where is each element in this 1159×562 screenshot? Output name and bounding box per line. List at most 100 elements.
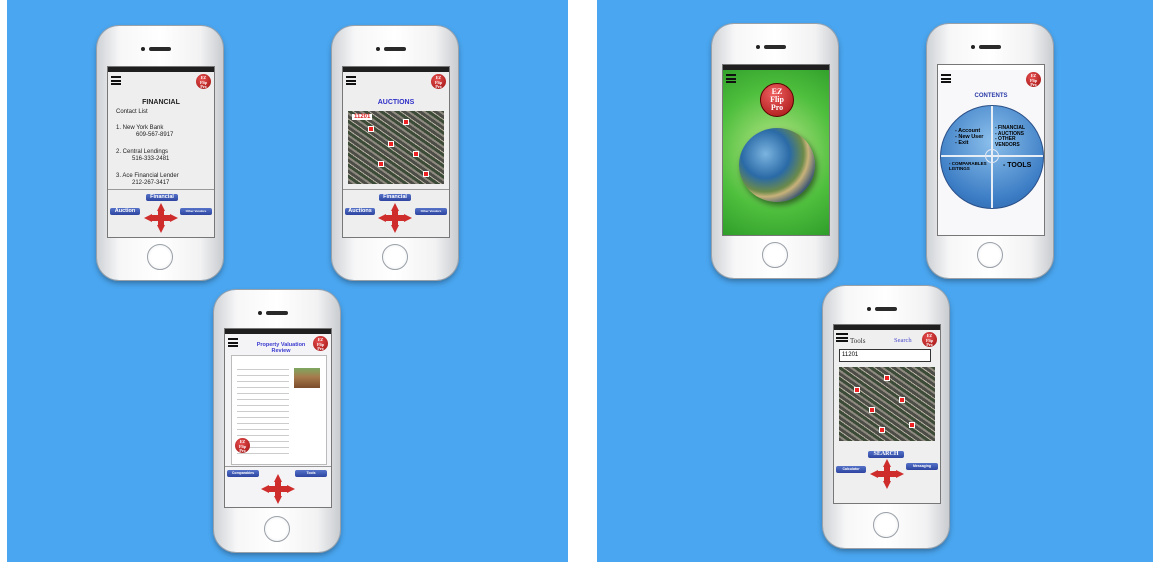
home-button[interactable] — [264, 516, 290, 542]
direction-arrows-icon[interactable] — [144, 203, 178, 233]
other-vendors-nav-button[interactable]: Other Vendors — [180, 208, 212, 215]
screen-valuation: EZ Flip Pro Property Valuation Review EZ Fl… — [224, 328, 332, 508]
status-bar — [343, 67, 449, 72]
auctions-nav-button[interactable]: Auctions — [345, 208, 375, 215]
divider — [343, 189, 449, 190]
contact-name[interactable]: 2. Central Lendings — [116, 149, 168, 155]
direction-arrows-icon[interactable] — [870, 459, 904, 489]
auction-nav-button[interactable]: Auction — [110, 208, 140, 215]
speaker-grill — [764, 45, 786, 49]
menu-icon[interactable] — [941, 74, 951, 83]
contact-list-heading: Contact List — [116, 109, 148, 115]
menu-icon[interactable] — [726, 74, 736, 83]
tools-nav-button[interactable]: Tools — [295, 470, 327, 477]
financial-quadrant[interactable]: - FINANCIAL - AUCTIONS - OTHER VENDORS — [995, 125, 1025, 148]
map-pin-icon[interactable] — [854, 387, 860, 393]
menu-icon[interactable] — [346, 76, 356, 85]
home-button[interactable] — [762, 242, 788, 268]
camera-dot — [141, 47, 145, 51]
speaker-grill — [979, 45, 1001, 49]
right-panel: EZ Flip Pro EZ Flip Pro CONTENTS - Account - … — [597, 0, 1153, 562]
page-title: CONTENTS — [974, 93, 1008, 99]
status-bar — [108, 67, 214, 72]
map-pin-icon[interactable] — [403, 119, 409, 125]
status-bar — [225, 329, 331, 334]
ez-flip-pro-logo-icon: EZ Flip Pro — [196, 74, 211, 89]
center-dial-icon — [985, 149, 999, 163]
camera-dot — [376, 47, 380, 51]
contact-name[interactable]: 3. Ace Financial Lender — [116, 173, 179, 179]
phone-contents: EZ Flip Pro CONTENTS - Account - New User - … — [927, 24, 1053, 278]
map-pin-icon[interactable] — [884, 375, 890, 381]
left-panel: EZ Flip Pro FINANCIAL Contact List 1. New … — [7, 0, 568, 562]
divider — [225, 466, 331, 467]
menu-icon[interactable] — [836, 333, 848, 342]
map-pin-icon[interactable] — [879, 427, 885, 433]
ez-flip-pro-logo-icon: EZ Flip Pro — [1026, 72, 1041, 87]
account-quadrant[interactable]: - Account - New User - Exit — [955, 128, 983, 146]
screen-auctions: EZ Flip Pro AUCTIONS 11201 Financial Aucti… — [342, 66, 450, 238]
phone-tools: EZ Flip Pro Tools Search 11201 SEARCH Calc… — [823, 286, 949, 548]
auction-map[interactable]: 11201 — [348, 111, 444, 184]
search-button[interactable]: SEARCH — [868, 451, 904, 458]
house-photo — [294, 368, 320, 388]
divider — [108, 189, 214, 190]
map-pin-icon[interactable] — [388, 141, 394, 147]
direction-arrows-icon[interactable] — [378, 203, 412, 233]
phone-splash: EZ Flip Pro — [712, 24, 838, 278]
financial-nav-button[interactable]: Financial — [146, 194, 178, 201]
speaker-grill — [266, 311, 288, 315]
map-pin-icon[interactable] — [423, 171, 429, 177]
map-pin-icon[interactable] — [413, 151, 419, 157]
direction-arrows-icon[interactable] — [261, 474, 295, 504]
screen-splash: EZ Flip Pro — [722, 64, 830, 236]
contact-name[interactable]: 1. New York Bank — [116, 125, 163, 131]
page-title: Tools — [850, 337, 866, 345]
globe-image — [739, 128, 815, 202]
page-title: Property Valuation Review — [256, 342, 306, 354]
camera-dot — [756, 45, 760, 49]
messaging-nav-button[interactable]: Messaging — [906, 463, 938, 470]
zip-label: 11201 — [352, 114, 373, 120]
speaker-grill — [149, 47, 171, 51]
ez-flip-pro-logo-icon: EZ Flip Pro — [313, 336, 328, 351]
other-vendors-nav-button[interactable]: Other Vendors — [415, 208, 447, 215]
speaker-grill — [875, 307, 897, 311]
zip-search-input[interactable]: 11201 — [839, 349, 931, 362]
valuation-report: EZ Flip Pro — [231, 355, 327, 465]
map-pin-icon[interactable] — [909, 422, 915, 428]
calculator-nav-button[interactable]: Calculator — [836, 466, 866, 473]
comparables-nav-button[interactable]: Comparables — [227, 470, 259, 477]
ez-flip-pro-logo-icon: EZ Flip Pro — [431, 74, 446, 89]
phone-valuation: EZ Flip Pro Property Valuation Review EZ Fl… — [214, 290, 340, 552]
contact-phone[interactable]: 212-267-3417 — [132, 180, 169, 186]
home-button[interactable] — [977, 242, 1003, 268]
home-button[interactable] — [147, 244, 173, 270]
phone-financial: EZ Flip Pro FINANCIAL Contact List 1. New … — [97, 26, 223, 280]
comparables-quadrant[interactable]: - COMPARABLES LISTINGS — [949, 161, 987, 171]
menu-icon[interactable] — [111, 76, 121, 85]
map-pin-icon[interactable] — [368, 126, 374, 132]
ez-flip-pro-logo-icon: EZ Flip Pro — [922, 332, 937, 347]
tools-quadrant[interactable]: - TOOLS — [1003, 162, 1031, 169]
contents-wheel: - Account - New User - Exit - FINANCIAL - A… — [940, 105, 1044, 209]
phone-auctions: EZ Flip Pro AUCTIONS 11201 Financial Aucti… — [332, 26, 458, 280]
contact-phone[interactable]: 516-333-2481 — [132, 156, 169, 162]
menu-icon[interactable] — [228, 338, 238, 347]
speaker-grill — [384, 47, 406, 51]
financial-nav-button[interactable]: Financial — [379, 194, 411, 201]
home-button[interactable] — [382, 244, 408, 270]
camera-dot — [258, 311, 262, 315]
map-pin-icon[interactable] — [378, 161, 384, 167]
search-link[interactable]: Search — [894, 337, 912, 344]
status-bar — [938, 65, 1044, 70]
home-button[interactable] — [873, 512, 899, 538]
ez-flip-pro-logo-icon: EZ Flip Pro — [235, 438, 250, 453]
map-pin-icon[interactable] — [899, 397, 905, 403]
status-bar — [834, 325, 940, 330]
camera-dot — [867, 307, 871, 311]
map-pin-icon[interactable] — [869, 407, 875, 413]
contact-phone[interactable]: 609-567-8917 — [136, 132, 173, 138]
screen-tools: EZ Flip Pro Tools Search 11201 SEARCH Calc… — [833, 324, 941, 504]
tools-map[interactable] — [839, 367, 935, 441]
